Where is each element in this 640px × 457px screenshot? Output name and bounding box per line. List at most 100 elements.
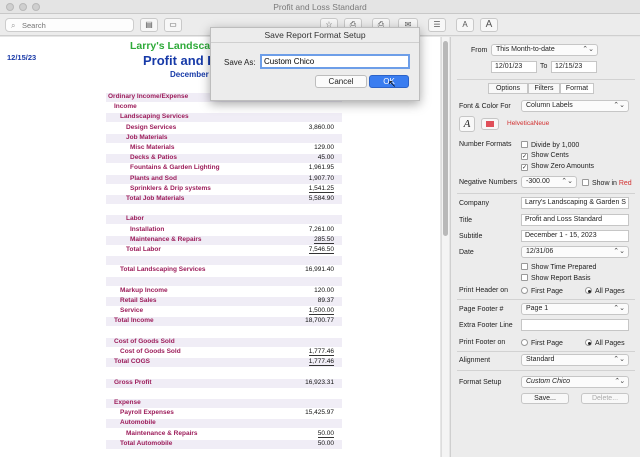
report-row-label: Payroll Expenses (120, 409, 174, 417)
report-row[interactable] (106, 276, 342, 286)
report-row[interactable]: Total Landscaping Services 16,991.40 (106, 266, 342, 275)
report-row-label: Job Materials (126, 133, 168, 141)
date-format-select[interactable]: 12/31/06 ⌃⌄ (521, 246, 629, 258)
divider (457, 79, 635, 80)
header-all-pages-radio[interactable]: All Pages (585, 287, 625, 295)
report-row[interactable] (106, 389, 342, 398)
show-zero-amounts-checkbox[interactable]: ✓ Show Zero Amounts (521, 163, 594, 171)
report-row[interactable]: Fountains & Garden Lighting 1,961.95 (106, 164, 342, 173)
save-as-field[interactable] (260, 54, 410, 69)
report-row-label: Design Services (126, 123, 177, 131)
report-row[interactable]: Markup Income 120.00 (106, 287, 342, 296)
report-row-amount: 129.00 (314, 144, 334, 151)
divide-by-1000-checkbox[interactable]: Divide by 1,000 (521, 141, 579, 149)
report-row-label: Retail Sales (120, 297, 157, 304)
show-time-prepared-checkbox[interactable]: Show Time Prepared (521, 263, 596, 271)
report-scrollbar[interactable] (441, 37, 449, 457)
date-range-select[interactable]: This Month-to-date ⌃⌄ (491, 44, 598, 56)
show-time-prepared-label: Show Time Prepared (531, 264, 597, 271)
report-row[interactable]: Total Labor 7,546.50 (106, 246, 342, 255)
tab-format[interactable]: Format (560, 83, 594, 94)
report-row-label: Automobile (120, 419, 156, 427)
comment-icon[interactable]: ☰ (428, 18, 446, 32)
tab-options[interactable]: Options (488, 83, 528, 94)
report-row-label: Expense (114, 399, 141, 406)
report-row-label: Plants and Sod (130, 174, 177, 182)
tab-filters[interactable]: Filters (528, 83, 560, 94)
customize-report-icon[interactable]: ▤ (140, 18, 158, 32)
color-picker-button[interactable] (481, 118, 499, 130)
report-row-amount: 7,546.50 (308, 246, 334, 254)
report-row[interactable]: Cost of Goods Sold (106, 337, 342, 347)
header-first-page-radio[interactable]: First Page (521, 287, 563, 295)
report-row-label: Total Landscaping Services (120, 266, 206, 274)
report-row[interactable]: Total Automobile 50.00 (106, 439, 342, 449)
report-row[interactable]: Plants and Sod 1,907.70 (106, 174, 342, 184)
report-row[interactable]: Maintenance & Repairs 285.50 (106, 235, 342, 245)
report-row-amount: 1,500.00 (308, 307, 334, 316)
font-small-icon[interactable]: A (456, 18, 474, 32)
subtitle-field[interactable]: December 1 - 15, 2023 (521, 230, 629, 242)
report-row[interactable]: Maintenance & Repairs 50.00 (106, 430, 342, 439)
report-row[interactable]: Total Income 18,700.77 (106, 317, 342, 327)
to-date-field[interactable]: 12/15/23 (551, 61, 597, 73)
report-row[interactable]: Installation 7,261.00 (106, 226, 342, 235)
show-report-basis-checkbox[interactable]: Show Report Basis (521, 274, 591, 282)
report-row[interactable]: Decks & Patios 45.00 (106, 154, 342, 164)
report-row[interactable]: Misc Materials 129.00 (106, 144, 342, 153)
report-row[interactable]: Expense (106, 399, 342, 408)
report-row[interactable]: Automobile (106, 419, 342, 429)
company-field[interactable]: Larry's Landscaping & Garden S (521, 197, 629, 209)
alignment-select[interactable]: Standard ⌃⌄ (521, 354, 629, 366)
report-settings-panel: From This Month-to-date ⌃⌄ 12/01/23 To 1… (450, 37, 640, 457)
font-large-icon[interactable]: A (480, 18, 498, 32)
save-format-button[interactable]: Save... (521, 393, 569, 404)
from-date-field[interactable]: 12/01/23 (491, 61, 537, 73)
report-row-label: Maintenance & Repairs (130, 235, 202, 243)
report-row[interactable]: Income (106, 103, 342, 112)
report-row-amount: 45.00 (317, 154, 334, 162)
radio-dot (521, 339, 528, 346)
search-input[interactable] (22, 20, 130, 30)
cancel-button[interactable]: Cancel (315, 75, 367, 88)
report-row[interactable]: Total Job Materials 5,584.90 (106, 195, 342, 204)
report-row[interactable]: Payroll Expenses 15,425.97 (106, 409, 342, 418)
show-in-red-checkbox[interactable]: Show in Red (582, 179, 632, 187)
report-scroll-thumb[interactable] (443, 41, 448, 236)
report-row-amount: 1,777.46 (308, 358, 334, 367)
report-row[interactable]: Gross Profit 16,923.31 (106, 378, 342, 388)
report-row[interactable]: Cost of Goods Sold 1,777.46 (106, 348, 342, 357)
report-row[interactable]: Landscaping Services (106, 113, 342, 123)
report-row[interactable]: Total COGS 1,777.46 (106, 358, 342, 368)
chevron-updown-icon: ⌃⌄ (613, 102, 625, 109)
font-color-for-select[interactable]: Column Labels ⌃⌄ (521, 100, 629, 112)
report-row[interactable]: Retail Sales 89.37 (106, 297, 342, 306)
report-row[interactable] (106, 328, 342, 337)
extra-footer-field[interactable] (521, 319, 629, 331)
delete-format-button[interactable]: Delete... (581, 393, 629, 404)
report-row[interactable]: Design Services 3,860.00 (106, 124, 342, 133)
report-row[interactable]: Labor (106, 215, 342, 225)
report-row[interactable] (106, 256, 342, 266)
report-row-amount: 16,923.31 (305, 378, 334, 386)
report-row[interactable]: Service 1,500.00 (106, 307, 342, 316)
report-row-label: Installation (130, 225, 165, 233)
page-footer-select[interactable]: Page 1 ⌃⌄ (521, 303, 629, 315)
sidebar-icon[interactable]: ▭ (164, 18, 182, 32)
report-row[interactable]: Job Materials (106, 133, 342, 143)
report-row-amount: 285.50 (314, 235, 334, 244)
report-row[interactable] (106, 205, 342, 214)
footer-first-page-radio[interactable]: First Page (521, 339, 563, 347)
search-box[interactable]: ⌕ (5, 18, 134, 32)
title-field[interactable]: Profit and Loss Standard (521, 214, 629, 226)
report-row-amount: 1,777.46 (308, 348, 334, 356)
date-format-value: 12/31/06 (526, 248, 554, 255)
format-setup-select[interactable]: Custom Chico ⌃⌄ (521, 376, 629, 388)
show-in-red-label: Show in (592, 180, 617, 187)
report-row[interactable] (106, 368, 342, 377)
negative-numbers-select[interactable]: -300.00 ⌃⌄ (521, 176, 577, 188)
footer-all-pages-radio[interactable]: All Pages (585, 339, 625, 347)
report-row[interactable]: Sprinklers & Drip systems 1,541.25 (106, 185, 342, 194)
font-picker-button[interactable]: A (459, 116, 475, 132)
show-cents-checkbox[interactable]: ✓ Show Cents (521, 152, 569, 160)
